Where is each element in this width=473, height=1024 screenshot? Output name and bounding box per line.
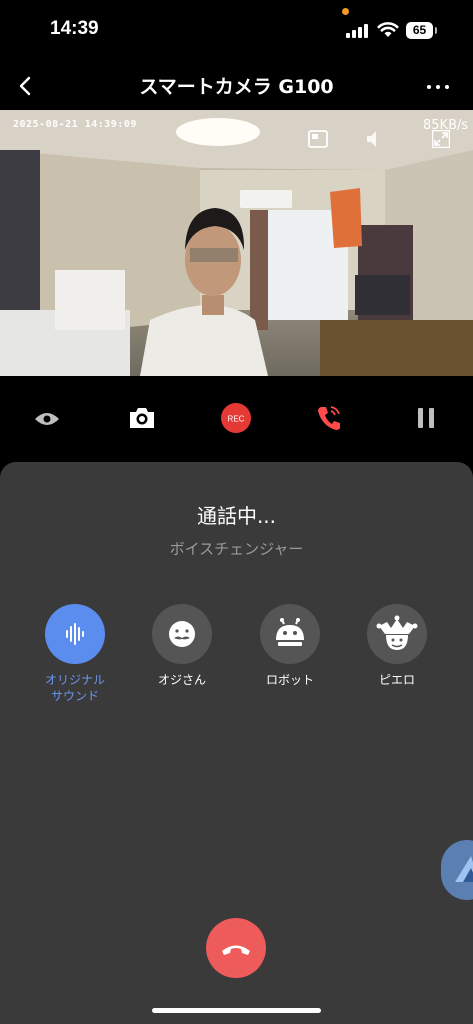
- wifi-icon: [377, 22, 399, 37]
- page-title: スマートカメラ G100: [139, 76, 334, 98]
- camera-controls: REC: [0, 376, 473, 462]
- live-video-feed[interactable]: 2025-08-21 14:39:09 85KB/s: [0, 110, 473, 376]
- call-status-text: 通話中...: [196, 504, 277, 528]
- cellular-signal-icon: [346, 24, 370, 38]
- hang-up-button[interactable]: [206, 918, 266, 978]
- voice-option-original[interactable]: オリジナル サウンド: [30, 604, 120, 704]
- floating-assistant-icon[interactable]: [441, 840, 473, 900]
- camera-snapshot-icon[interactable]: [128, 406, 156, 430]
- voice-option-label-line2: サウンド: [50, 689, 99, 703]
- robot-icon: [260, 604, 320, 664]
- voice-option-robot[interactable]: ロボット: [245, 604, 335, 688]
- clown-icon: [367, 604, 427, 664]
- record-button[interactable]: REC: [221, 403, 251, 433]
- sound-wave-icon: [45, 604, 105, 664]
- talk-phone-icon[interactable]: [316, 404, 342, 432]
- voice-option-clown[interactable]: ピエロ: [352, 604, 442, 688]
- more-options-button[interactable]: [424, 74, 452, 98]
- call-panel: 通話中... ボイスチェンジャー オリジナル サウンド オジさん ロボット ピエ…: [0, 462, 473, 1024]
- pause-icon[interactable]: [416, 406, 436, 430]
- home-indicator: [152, 1008, 321, 1013]
- voice-option-ojisan[interactable]: オジさん: [137, 604, 227, 688]
- voice-changer-label: ボイスチェンジャー: [169, 540, 304, 558]
- video-quality-icon[interactable]: [308, 130, 328, 148]
- mustache-face-icon: [152, 604, 212, 664]
- navigation-bar: スマートカメラ G100: [0, 62, 473, 110]
- battery-tip: [435, 27, 437, 34]
- speaker-icon[interactable]: [364, 128, 386, 150]
- voice-option-label: ロボット: [265, 673, 314, 687]
- eye-icon[interactable]: [34, 410, 60, 428]
- svg-text:REC: REC: [228, 415, 245, 424]
- battery-icon: 65: [406, 22, 433, 39]
- voice-option-label: オリジナル サウンド: [30, 672, 120, 704]
- status-bar: 14:39 65: [0, 0, 473, 62]
- privacy-indicator-dot: [342, 8, 349, 15]
- video-timestamp: 2025-08-21 14:39:09: [13, 119, 137, 130]
- video-scene: [0, 110, 473, 376]
- fullscreen-icon[interactable]: [432, 130, 450, 148]
- voice-option-label: ピエロ: [378, 673, 415, 687]
- status-time: 14:39: [50, 18, 99, 39]
- voice-option-label-line1: オリジナル: [44, 673, 105, 687]
- voice-option-label: オジさん: [157, 673, 206, 687]
